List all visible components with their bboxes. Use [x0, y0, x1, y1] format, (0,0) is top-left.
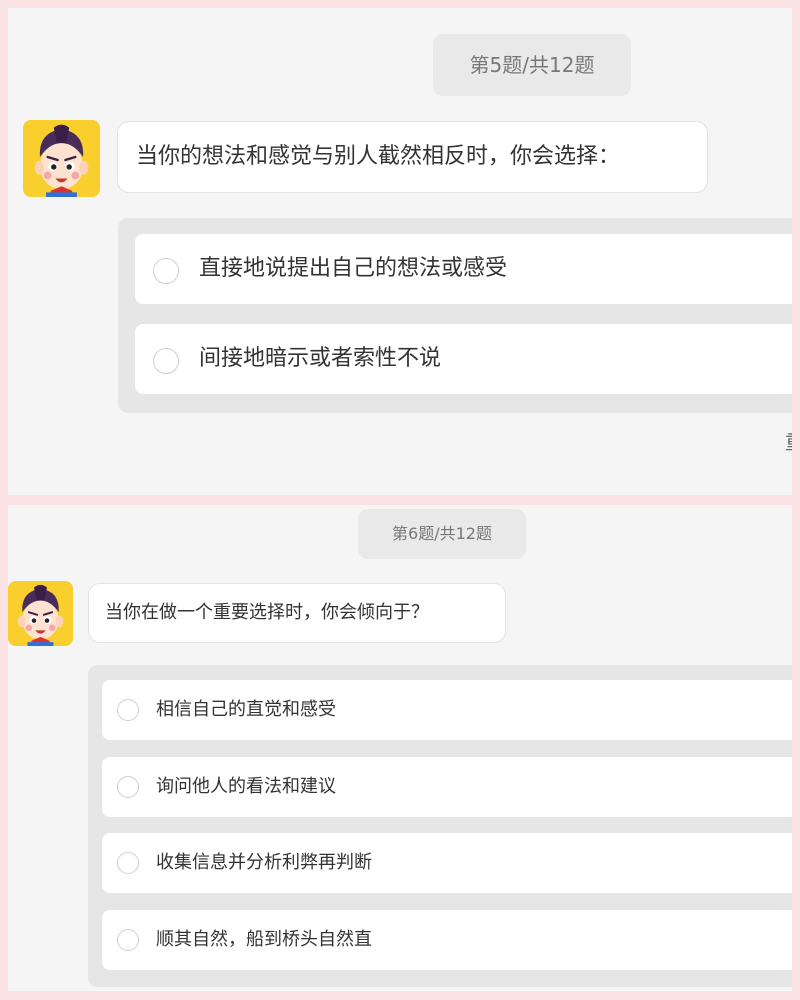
avatar: [8, 581, 73, 646]
option-item[interactable]: 间接地暗示或者索性不说: [135, 324, 792, 394]
question-panel-6: 第6题/共12题 当你在做一个重要选择时，你会倾向于？ 相信自己的直觉和感受 询…: [8, 505, 792, 991]
option-label: 间接地暗示或者索性不说: [199, 346, 442, 371]
radio-button-icon[interactable]: [153, 258, 179, 284]
question-counter: 第6题/共12题: [358, 509, 526, 559]
option-label: 收集信息并分析利弊再判断: [156, 852, 372, 873]
cartoon-boy-avatar-icon: [8, 581, 73, 646]
cut-off-text: 重: [785, 426, 792, 455]
option-label: 询问他人的看法和建议: [156, 776, 336, 797]
question-counter: 第5题/共12题: [433, 34, 631, 96]
question-prompt: 当你在做一个重要选择时，你会倾向于？: [88, 583, 506, 643]
option-item[interactable]: 顺其自然，船到桥头自然直: [102, 910, 792, 970]
radio-button-icon[interactable]: [117, 852, 139, 874]
options-group: 直接地说提出自己的想法或感受 间接地暗示或者索性不说: [118, 218, 792, 413]
radio-button-icon[interactable]: [153, 348, 179, 374]
option-label: 直接地说提出自己的想法或感受: [199, 256, 508, 281]
radio-button-icon[interactable]: [117, 929, 139, 951]
option-item[interactable]: 直接地说提出自己的想法或感受: [135, 234, 792, 304]
avatar: [23, 120, 100, 197]
options-group: 相信自己的直觉和感受 询问他人的看法和建议 收集信息并分析利弊再判断 顺其自然，…: [88, 665, 792, 987]
option-item[interactable]: 收集信息并分析利弊再判断: [102, 833, 792, 893]
question-panel-5: 第5题/共12题 当你的想法和感觉与别人截然相反时，你会选择： 直接地说提出自己…: [8, 8, 792, 495]
option-item[interactable]: 相信自己的直觉和感受: [102, 680, 792, 740]
question-prompt: 当你的想法和感觉与别人截然相反时，你会选择：: [117, 121, 708, 193]
radio-button-icon[interactable]: [117, 776, 139, 798]
option-label: 顺其自然，船到桥头自然直: [156, 929, 372, 950]
cartoon-boy-avatar-icon: [23, 120, 100, 197]
option-item[interactable]: 询问他人的看法和建议: [102, 757, 792, 817]
radio-button-icon[interactable]: [117, 699, 139, 721]
option-label: 相信自己的直觉和感受: [156, 699, 336, 720]
